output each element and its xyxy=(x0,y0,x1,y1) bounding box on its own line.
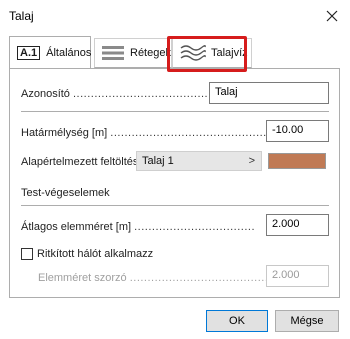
tab-groundwater-label: Talajvíz xyxy=(211,47,248,59)
id-input[interactable]: Talaj xyxy=(209,82,329,104)
groundwater-icon xyxy=(180,45,206,61)
chevron-right-icon: > xyxy=(248,155,255,167)
avg-dots: .................................. xyxy=(134,221,256,233)
id-label: Azonosító xyxy=(21,88,70,100)
separator xyxy=(21,111,329,112)
thin-mesh-label: Ritkított hálót alkalmazz xyxy=(37,248,154,260)
depth-label: Határmélység [m] xyxy=(21,127,108,139)
general-icon: A.1 xyxy=(17,45,41,60)
depth-row-label: Határmélység [m] .......................… xyxy=(21,127,270,139)
avg-row-label: Átlagos elemméret [m] ..................… xyxy=(21,221,255,233)
fill-select[interactable]: Talaj 1 > xyxy=(136,151,262,171)
factor-input: 2.000 xyxy=(266,265,329,287)
tab-layers-label: Rétegek xyxy=(130,47,171,59)
fe-section-title: Test-végeselemek xyxy=(21,187,110,199)
tab-groundwater[interactable]: Talajvíz xyxy=(172,38,252,68)
tab-general[interactable]: A.1 Általános xyxy=(9,36,91,68)
fill-label: Alapértelmezett feltöltés xyxy=(21,156,139,168)
fill-color-swatch[interactable] xyxy=(268,153,326,169)
depth-input[interactable]: -10.00 xyxy=(266,120,329,142)
depth-dots: ........................................… xyxy=(110,127,271,139)
avg-input[interactable]: 2.000 xyxy=(266,214,329,236)
layers-icon xyxy=(102,46,124,60)
factor-label: Elemméret szorzó xyxy=(38,272,127,284)
thin-mesh-checkbox[interactable] xyxy=(21,248,33,260)
fe-separator xyxy=(21,205,329,206)
ok-button[interactable]: OK xyxy=(206,310,268,332)
tab-general-label: Általános xyxy=(46,46,92,59)
tab-layers[interactable]: Rétegek xyxy=(94,38,172,68)
fill-select-value: Talaj 1 xyxy=(142,155,174,167)
close-button[interactable] xyxy=(320,4,344,28)
avg-label: Átlagos elemméret [m] xyxy=(21,221,132,233)
cancel-button[interactable]: Mégse xyxy=(275,310,339,332)
window-title: Talaj xyxy=(9,9,34,23)
close-icon xyxy=(326,10,338,22)
title-bar: Talaj xyxy=(0,0,350,32)
